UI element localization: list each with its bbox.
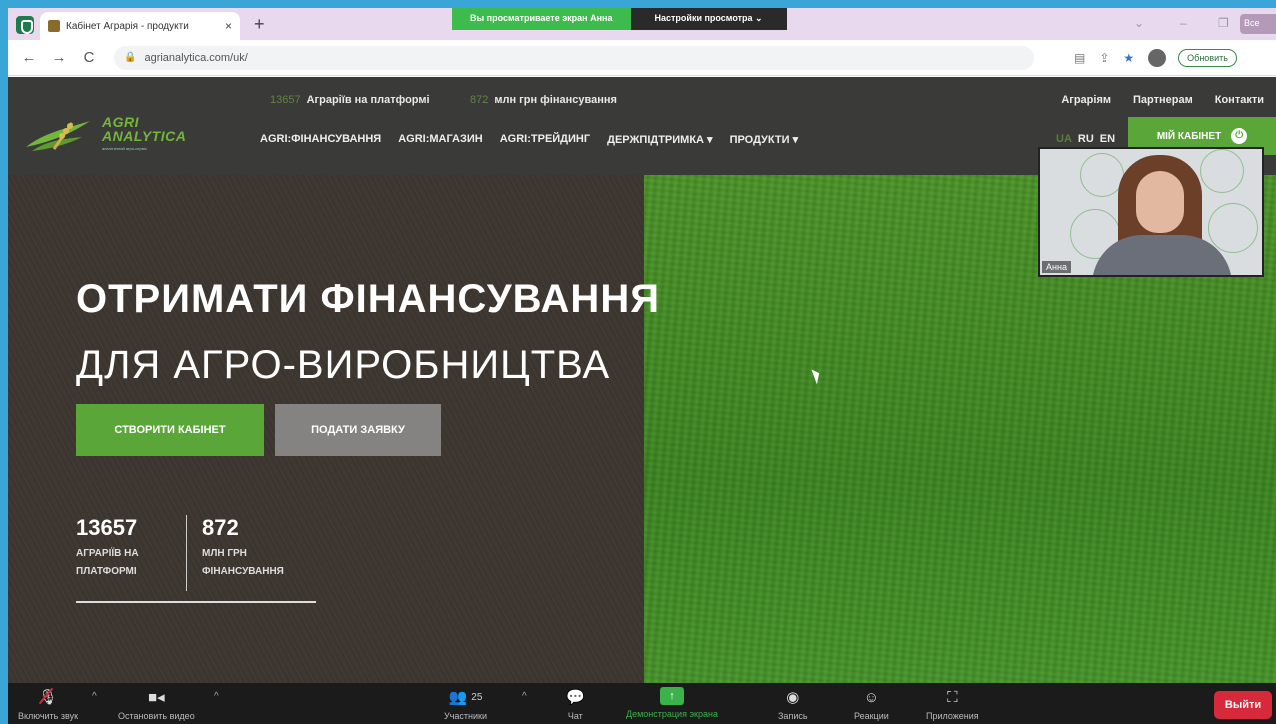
audio-options-caret[interactable]: ^ — [92, 691, 97, 702]
leave-meeting-button[interactable]: Выйти — [1214, 691, 1272, 719]
hero-stats: 13657 АГРАРІЇВ НА ПЛАТФОРМІ 872 МЛН ГРН … — [76, 515, 316, 603]
new-tab-button[interactable]: + — [254, 14, 265, 35]
toolbar-icons: ▤ ⇪ ★ — [1074, 51, 1134, 65]
record-icon: ◉ — [786, 689, 800, 706]
stat-farmers: 13657 АГРАРІЇВ НА ПЛАТФОРМІ — [76, 515, 139, 577]
participant-name: Анна — [1042, 261, 1071, 273]
wall-circle — [1208, 203, 1258, 253]
omnibox[interactable]: 🔒 agrianalytica.com/uk/ — [114, 45, 1034, 70]
top-stat-financing: 872 млн грн фінансування — [470, 94, 617, 106]
top-links: Аграріям Партнерам Контакти — [1061, 94, 1264, 106]
nav-shop[interactable]: AGRI:МАГАЗИН — [398, 133, 483, 146]
lang-en[interactable]: EN — [1100, 133, 1115, 145]
bookmark-star-icon[interactable]: ★ — [1123, 51, 1134, 65]
favicon-icon — [48, 20, 60, 32]
share-screen-icon: ↑ — [659, 687, 684, 705]
stat-divider — [186, 515, 187, 591]
back-button[interactable]: ← — [20, 49, 38, 66]
nav-trading[interactable]: AGRI:ТРЕЙДИНГ — [500, 133, 590, 146]
link-partners[interactable]: Партнерам — [1133, 94, 1193, 106]
browser-window: Кабінет Аграрія - продукти × + Вы просма… — [8, 8, 1276, 724]
tab-title: Кабінет Аграрія - продукти — [66, 20, 189, 32]
lock-icon: 🔒 — [124, 52, 137, 63]
stop-video-button[interactable]: ■◂ Остановить видео — [118, 687, 195, 721]
share-icon[interactable]: ⇪ — [1099, 51, 1109, 65]
close-tab-icon[interactable]: × — [225, 19, 232, 33]
power-icon: ⏻ — [1231, 128, 1248, 144]
apps-button[interactable]: ⛶ Приложения — [926, 687, 979, 722]
minimize-button[interactable]: – — [1180, 16, 1187, 30]
wheat-leaf-icon — [26, 121, 90, 151]
unmute-button[interactable]: 🎙 Включить звук — [18, 687, 78, 721]
translate-icon[interactable]: ▤ — [1074, 51, 1085, 65]
nav-financing[interactable]: AGRI:ФІНАНСУВАННЯ — [260, 133, 381, 146]
address-bar: ← → C 🔒 agrianalytica.com/uk/ ▤ ⇪ ★ Обно… — [8, 40, 1276, 76]
hero-subtitle: ДЛЯ АГРО-ВИРОБНИЦТВА — [76, 343, 611, 387]
stat-financing: 872 МЛН ГРН ФІНАНСУВАННЯ — [202, 515, 284, 577]
share-screen-button[interactable]: ↑ Демонстрация экрана — [626, 687, 718, 719]
video-options-caret[interactable]: ^ — [214, 691, 219, 702]
participants-icon: 👥 25 — [448, 689, 483, 706]
link-farmers[interactable]: Аграріям — [1061, 94, 1111, 106]
mic-muted-icon: 🎙 — [38, 689, 58, 706]
logo-tagline: аналітичний агро-сервіс — [102, 146, 147, 151]
view-settings-button[interactable]: Настройки просмотра ⌄ — [630, 8, 787, 30]
link-contacts[interactable]: Контакти — [1215, 94, 1264, 106]
screen-share-banner: Вы просматриваете экран Анна Настройки п… — [452, 8, 787, 30]
create-cabinet-button[interactable]: СТВОРИТИ КАБІНЕТ — [76, 404, 264, 456]
forward-button[interactable]: → — [50, 49, 68, 66]
participant-video[interactable]: Анна — [1038, 147, 1264, 277]
language-switcher: UA RU EN — [1056, 133, 1115, 145]
chat-button[interactable]: 💬 Чат — [566, 687, 585, 721]
reactions-button[interactable]: ☺ Реакции — [854, 687, 889, 722]
tab-strip: Кабінет Аграрія - продукти × + Вы просма… — [8, 8, 1276, 40]
zoom-toolbar: 🎙 Включить звук ^ ■◂ Остановить видео ^ … — [8, 683, 1276, 724]
reload-button[interactable]: C — [80, 49, 98, 66]
record-button[interactable]: ◉ Запись — [778, 687, 808, 721]
lang-ua[interactable]: UA — [1056, 133, 1072, 145]
participants-count: 25 — [471, 691, 483, 703]
tab-search-button[interactable]: Все — [1240, 14, 1276, 34]
main-nav: AGRI:ФІНАНСУВАННЯ AGRI:МАГАЗИН AGRI:ТРЕЙ… — [260, 133, 798, 146]
site-logo[interactable]: AGRI ANALYTICA аналітичний агро-сервіс — [24, 113, 214, 155]
chevron-down-icon[interactable]: ⌄ — [1134, 16, 1144, 30]
chat-bubble-icon: 💬 — [566, 689, 585, 706]
viewing-screen-label: Вы просматриваете экран Анна — [452, 8, 631, 30]
hero-title: ОТРИМАТИ ФІНАНСУВАННЯ — [76, 277, 660, 321]
nav-products[interactable]: ПРОДУКТИ ▾ — [730, 133, 799, 146]
nav-state-support[interactable]: ДЕРЖПІДТРИМКА ▾ — [607, 133, 712, 146]
apps-icon: ⛶ — [947, 688, 958, 706]
restore-button[interactable]: ❐ — [1218, 16, 1229, 30]
wall-circle — [1200, 149, 1244, 193]
lang-ru[interactable]: RU — [1078, 133, 1094, 145]
profile-avatar[interactable] — [1148, 48, 1167, 67]
video-camera-icon: ■◂ — [148, 689, 165, 706]
browser-tab[interactable]: Кабінет Аграрія - продукти × — [40, 12, 240, 40]
smiley-icon: ☺ — [863, 688, 880, 706]
apply-button[interactable]: ПОДАТИ ЗАЯВКУ — [275, 404, 441, 456]
url-text[interactable]: agrianalytica.com/uk/ — [144, 52, 247, 64]
participants-button[interactable]: 👥 25 Участники — [444, 687, 487, 721]
person-face — [1136, 171, 1184, 233]
shield-icon[interactable] — [16, 16, 34, 34]
logo-text: AGRI ANALYTICA — [102, 114, 187, 144]
participants-options-caret[interactable]: ^ — [522, 691, 527, 702]
update-button[interactable]: Обновить — [1178, 48, 1237, 67]
top-stat-farmers: 13657 Аграріїв на платформі — [270, 94, 430, 106]
